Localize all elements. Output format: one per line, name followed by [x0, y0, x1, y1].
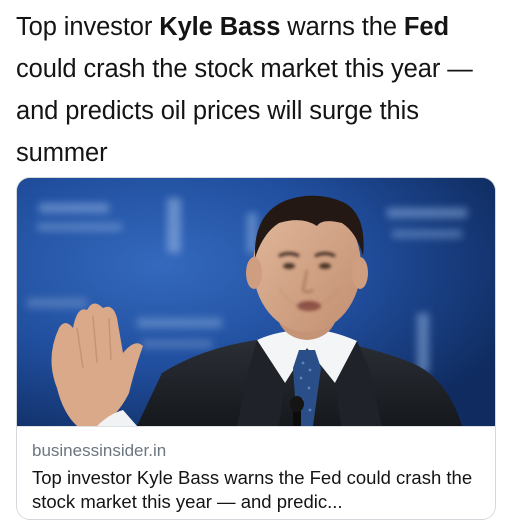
tweet-text-bold-name: Kyle Bass: [159, 13, 281, 41]
person-photo-illustration: [17, 178, 495, 426]
card-domain[interactable]: businessinsider.in: [32, 441, 166, 461]
card-meta[interactable]: businessinsider.in Top investor Kyle Bas…: [17, 426, 495, 519]
tweet-text-bold-fed: Fed: [403, 13, 449, 41]
tweet-text-part: Top investor: [16, 13, 160, 41]
tweet-text: Top investor Kyle Bass warns the Fed cou…: [16, 6, 502, 174]
tweet-text-part: could crash the stock market this year —…: [16, 55, 473, 167]
card-title[interactable]: Top investor Kyle Bass warns the Fed cou…: [32, 466, 484, 514]
tweet-text-part: warns the: [280, 13, 404, 41]
card-image[interactable]: [17, 178, 495, 426]
link-preview-card[interactable]: businessinsider.in Top investor Kyle Bas…: [16, 177, 496, 520]
